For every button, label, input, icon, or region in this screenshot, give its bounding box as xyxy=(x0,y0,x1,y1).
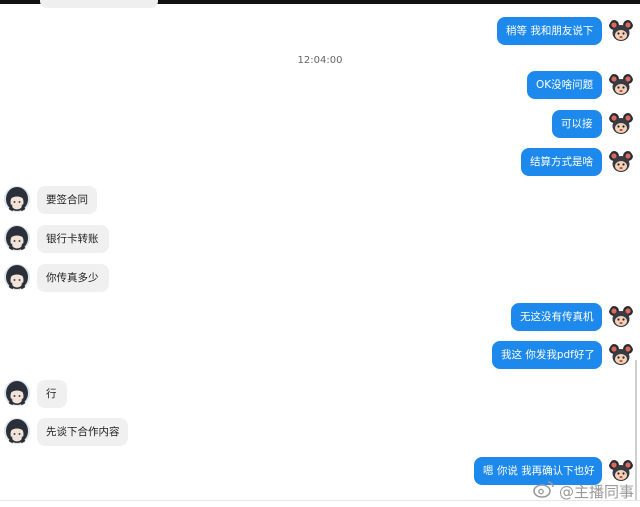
message-bubble[interactable]: 我这 你发我pdf好了 xyxy=(492,341,602,369)
self-avatar-icon[interactable] xyxy=(608,71,634,97)
received-message: 你传真多少 xyxy=(0,264,640,296)
message-bubble[interactable]: 行 xyxy=(37,380,67,408)
received-message: 行 xyxy=(0,380,640,412)
message-bubble[interactable]: 要签合同 xyxy=(37,186,97,214)
message-bubble[interactable]: 稍等 我和朋友说下 xyxy=(497,17,602,45)
message-bubble[interactable]: 无这没有传真机 xyxy=(511,303,602,331)
message-bubble[interactable]: 银行卡转账 xyxy=(37,225,109,253)
self-avatar-icon[interactable] xyxy=(608,17,634,43)
message-bubble[interactable]: 可以接 xyxy=(552,110,602,138)
message-timestamp: 12:04:00 xyxy=(297,55,343,66)
sent-message: 我这 你发我pdf好了 xyxy=(0,341,640,373)
sent-message: 可以接 xyxy=(0,110,640,142)
contact-avatar-icon[interactable] xyxy=(4,186,30,212)
self-avatar-icon[interactable] xyxy=(608,341,634,367)
self-avatar-icon[interactable] xyxy=(608,110,634,136)
sent-message: 结算方式是啥 xyxy=(0,148,640,180)
contact-avatar-icon[interactable] xyxy=(4,264,30,290)
received-message: 先谈下合作内容 xyxy=(0,418,640,450)
sent-message: 稍等 我和朋友说下 xyxy=(0,17,640,49)
message-bubble[interactable]: OK没啥问题 xyxy=(527,71,602,99)
contact-avatar-icon[interactable] xyxy=(4,380,30,406)
self-avatar-icon[interactable] xyxy=(608,303,634,329)
sent-message: 无这没有传真机 xyxy=(0,303,640,335)
message-bubble[interactable]: 你传真多少 xyxy=(37,264,109,292)
scrollbar[interactable] xyxy=(635,360,637,500)
sent-message: OK没啥问题 xyxy=(0,71,640,103)
message-bubble[interactable]: 结算方式是啥 xyxy=(521,148,602,176)
self-avatar-icon[interactable] xyxy=(608,148,634,174)
contact-avatar-icon[interactable] xyxy=(4,225,30,251)
weibo-logo-icon xyxy=(533,480,555,502)
received-message: 银行卡转账 xyxy=(0,225,640,257)
weibo-watermark: @主播同事 xyxy=(533,480,634,502)
message-bubble[interactable]: 先谈下合作内容 xyxy=(37,418,128,446)
watermark-text: @主播同事 xyxy=(558,482,634,501)
contact-avatar-icon[interactable] xyxy=(4,418,30,444)
received-message: 要签合同 xyxy=(0,186,640,218)
previous-message-bubble xyxy=(40,0,158,8)
